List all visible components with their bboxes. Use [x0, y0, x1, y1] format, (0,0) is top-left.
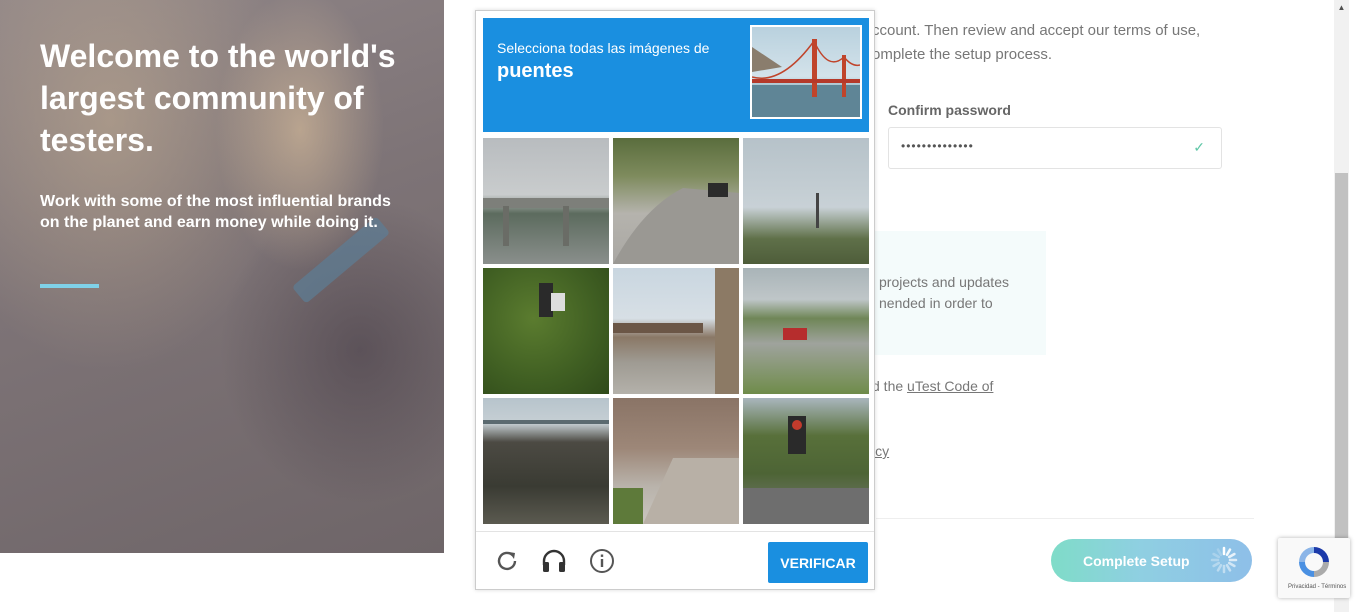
headphones-icon[interactable]: [541, 548, 567, 574]
captcha-tile-4[interactable]: [483, 268, 609, 394]
recaptcha-logo-icon: [1299, 547, 1329, 577]
captcha-tile-7[interactable]: [483, 398, 609, 524]
captcha-target: puentes: [497, 60, 574, 82]
captcha-tile-1[interactable]: [483, 138, 609, 264]
captcha-tile-5[interactable]: [613, 268, 739, 394]
hero-accent-bar: [40, 284, 99, 288]
form-intro: ccount. Then review and accept our terms…: [872, 19, 1232, 67]
hero-subtitle: Work with some of the most influential b…: [40, 193, 391, 231]
code-prefix: d the: [872, 378, 908, 394]
spinner-icon: [1210, 546, 1238, 574]
form-intro-line2: omplete the setup process.: [872, 46, 1053, 63]
check-icon: ✓: [1193, 139, 1205, 155]
captcha-instruction: Selecciona todas las imágenes de: [497, 40, 710, 56]
code-of-conduct-link[interactable]: uTest Code of: [907, 378, 993, 394]
captcha-footer: VERIFICAR: [476, 531, 874, 590]
info-icon[interactable]: [589, 548, 615, 574]
verify-button[interactable]: VERIFICAR: [768, 542, 868, 583]
captcha-header: Selecciona todas las imágenes de puentes: [483, 18, 869, 132]
captcha-tile-3[interactable]: [743, 138, 869, 264]
complete-setup-button[interactable]: Complete Setup: [1051, 539, 1252, 582]
recaptcha-badge[interactable]: Privacidad - Términos: [1278, 538, 1350, 598]
scroll-up-arrow-icon[interactable]: ▲: [1334, 0, 1349, 16]
complete-setup-label: Complete Setup: [1083, 553, 1190, 569]
code-of-conduct-line: d the uTest Code of: [872, 378, 993, 394]
captcha-challenge: Selecciona todas las imágenes de puentes: [475, 10, 875, 590]
recaptcha-badge-links[interactable]: Privacidad - Términos: [1288, 584, 1346, 590]
captcha-tile-8[interactable]: [613, 398, 739, 524]
info-line1: projects and updates: [879, 274, 1009, 290]
captcha-sample-image: [750, 25, 862, 119]
info-box: projects and updates nended in order to: [868, 231, 1046, 355]
divider: [876, 518, 1254, 519]
form-intro-line1: ccount. Then review and accept our terms…: [872, 22, 1201, 39]
captcha-tile-6[interactable]: [743, 268, 869, 394]
info-line2: nended in order to: [879, 295, 993, 311]
hero-title: Welcome to the world's largest community…: [40, 38, 396, 158]
captcha-tile-9[interactable]: [743, 398, 869, 524]
hero-panel: Welcome to the world's largest community…: [0, 0, 444, 553]
confirm-password-label: Confirm password: [888, 102, 1011, 118]
reload-icon[interactable]: [494, 548, 520, 574]
scrollbar-thumb[interactable]: [1335, 173, 1348, 540]
captcha-image-grid: [483, 138, 869, 524]
captcha-tile-2[interactable]: [613, 138, 739, 264]
confirm-password-value: ••••••••••••••: [901, 139, 974, 153]
confirm-password-field[interactable]: •••••••••••••• ✓: [888, 127, 1222, 169]
